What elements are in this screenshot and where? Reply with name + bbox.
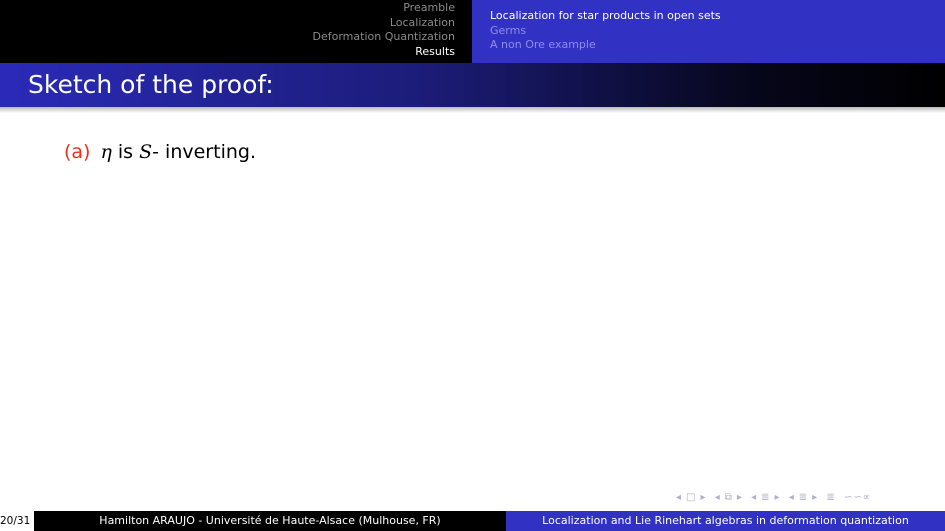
page-number: 20/31 xyxy=(0,511,34,531)
enumerate-label: (a) xyxy=(64,141,91,163)
subsection-icon[interactable]: ⧉ xyxy=(725,492,733,503)
subsubsection-icon[interactable]: ≣ xyxy=(799,492,808,503)
section-list: Preamble Localization Deformation Quanti… xyxy=(313,1,456,59)
text-inverting: - inverting. xyxy=(152,141,256,163)
header-sections-panel: Preamble Localization Deformation Quanti… xyxy=(0,0,472,63)
subsection-prev-icon[interactable]: ◂ xyxy=(715,492,721,503)
frame-title-bar: Sketch of the proof: xyxy=(0,63,945,107)
section-link-preamble[interactable]: Preamble xyxy=(313,1,455,16)
subsection-list: Localization for star products in open s… xyxy=(490,9,721,53)
enumerate-item: (a) η is S- inverting. xyxy=(64,141,256,163)
section-next-icon[interactable]: ▸ xyxy=(775,492,781,503)
footer-title: Localization and Lie Rinehart algebras i… xyxy=(506,511,945,531)
section-link-results[interactable]: Results xyxy=(313,45,455,60)
search-icon[interactable]: ∽∽∝ xyxy=(844,492,871,503)
subsubsection-prev-icon[interactable]: ◂ xyxy=(789,492,795,503)
math-s: S xyxy=(139,141,153,163)
frame-next-icon[interactable]: ▸ xyxy=(700,492,706,503)
frame-prev-icon[interactable]: ◂ xyxy=(676,492,682,503)
frame-title: Sketch of the proof: xyxy=(28,70,274,99)
subsection-link-germs[interactable]: Germs xyxy=(490,24,721,39)
header-navigation: Preamble Localization Deformation Quanti… xyxy=(0,0,945,63)
section-link-deformation-quantization[interactable]: Deformation Quantization xyxy=(313,30,456,45)
section-icon[interactable]: ≣ xyxy=(761,492,770,503)
subsection-next-icon[interactable]: ▸ xyxy=(737,492,743,503)
title-shadow xyxy=(0,107,945,113)
document-icon[interactable]: ≣ xyxy=(826,492,835,503)
section-link-localization[interactable]: Localization xyxy=(313,16,455,31)
subsubsection-next-icon[interactable]: ▸ xyxy=(812,492,818,503)
frame-icon[interactable]: □ xyxy=(686,492,696,503)
subsection-link-localization-star-products[interactable]: Localization for star products in open s… xyxy=(490,9,721,24)
footer: 20/31 Hamilton ARAUJO - Université de Ha… xyxy=(0,511,945,531)
text-is: is xyxy=(111,141,140,163)
subsection-link-non-ore-example[interactable]: A non Ore example xyxy=(490,38,721,53)
section-prev-icon[interactable]: ◂ xyxy=(751,492,757,503)
item-text: η is S- inverting. xyxy=(100,141,256,163)
footer-author: Hamilton ARAUJO - Université de Haute-Al… xyxy=(34,511,506,531)
header-subsections-panel: Localization for star products in open s… xyxy=(472,0,945,63)
beamer-navigation-symbols: ◂ □ ▸ ◂ ⧉ ▸ ◂ ≣ ▸ ◂ ≣ ▸ ≣ ∽∽∝ xyxy=(676,492,875,503)
math-eta: η xyxy=(100,141,112,163)
